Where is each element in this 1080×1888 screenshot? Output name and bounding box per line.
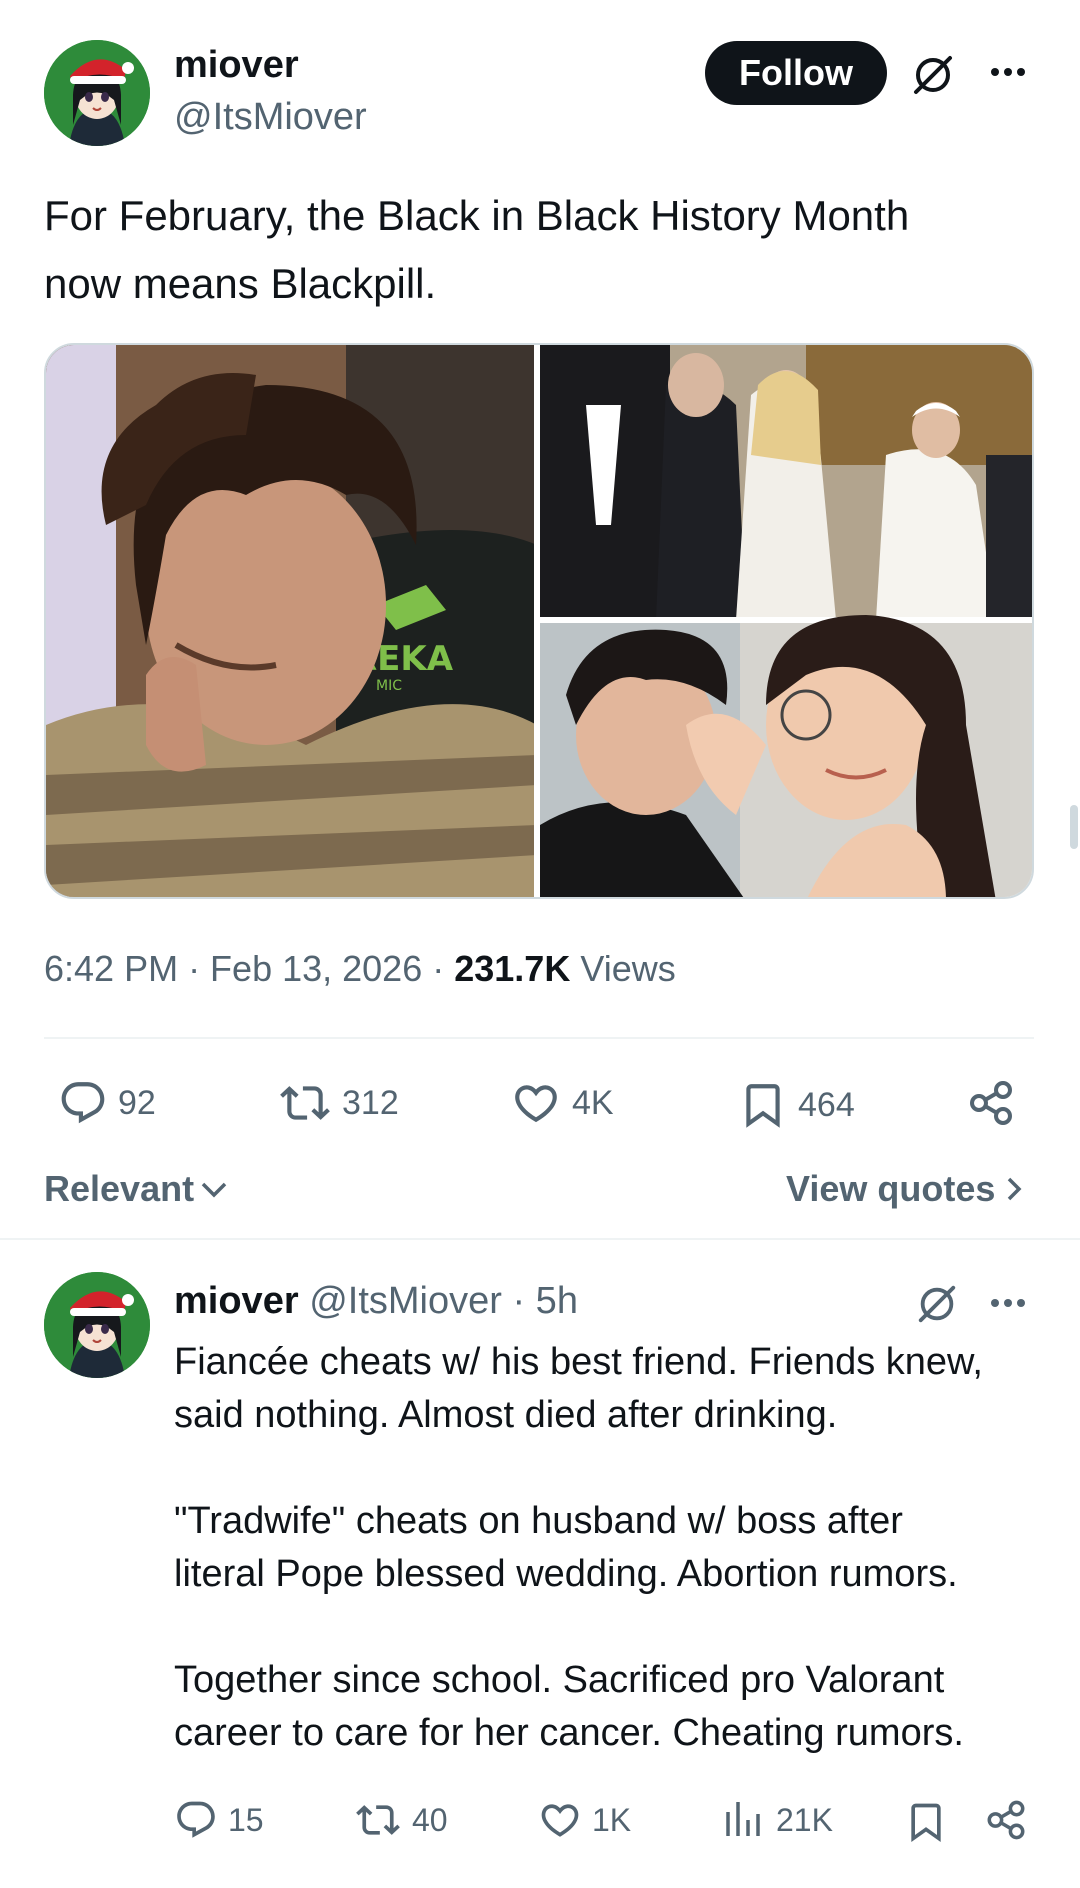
reply-text-line: literal Pope blessed wedding. Abortion r…	[174, 1553, 958, 1595]
media-image-3	[540, 615, 1032, 897]
post-text: For February, the Black in Black History…	[44, 182, 1034, 318]
reply-author-handle[interactable]: @ItsMiover	[309, 1280, 502, 1322]
view-quotes-link[interactable]: View quotes	[786, 1168, 1023, 1210]
chevron-right-icon	[1008, 1177, 1022, 1201]
repost-icon	[280, 1086, 330, 1120]
post-text-line: now means Blackpill.	[44, 260, 437, 307]
more-options-icon[interactable]	[988, 1293, 1028, 1313]
author-name[interactable]: miover	[174, 44, 299, 87]
reply-text-line: "Tradwife" cheats on husband w/ boss aft…	[174, 1500, 903, 1542]
chair-logo-subtext: MIC	[376, 678, 402, 694]
author-avatar[interactable]	[44, 40, 150, 146]
reply-text-line: career to care for her cancer. Cheating …	[174, 1712, 964, 1754]
views-count: 21K	[776, 1801, 833, 1838]
sort-label: Relevant	[44, 1168, 195, 1209]
share-button[interactable]	[984, 1798, 1028, 1842]
share-button[interactable]	[966, 1078, 1016, 1128]
like-count: 4K	[572, 1083, 614, 1122]
chevron-down-icon	[201, 1182, 227, 1198]
sort-dropdown[interactable]: Relevant	[44, 1168, 228, 1210]
share-icon	[987, 1800, 1025, 1840]
reply-button[interactable]: 92	[58, 1078, 156, 1128]
repost-icon	[356, 1805, 400, 1835]
reply-icon	[177, 1801, 215, 1838]
follow-button-label: Follow	[739, 52, 853, 93]
follow-button[interactable]: Follow	[705, 41, 887, 105]
divider	[0, 1238, 1080, 1240]
bookmark-icon	[746, 1084, 780, 1128]
reply-text-line: Together since school. Sacrificed pro Va…	[174, 1659, 945, 1701]
author-handle[interactable]: @ItsMiover	[174, 96, 367, 139]
media-image-1: REKA MIC	[46, 345, 537, 897]
more-options-icon[interactable]	[988, 62, 1028, 82]
bookmark-button[interactable]	[904, 1798, 948, 1846]
repost-button[interactable]: 40	[354, 1798, 448, 1842]
post-meta: 6:42 PM · Feb 13, 2026 · 231.7K Views	[44, 948, 676, 990]
like-button[interactable]: 4K	[510, 1078, 614, 1128]
repost-count: 312	[342, 1083, 399, 1122]
views-button[interactable]: 21K	[722, 1798, 833, 1842]
reply-count: 15	[228, 1801, 264, 1838]
reply-text-line: said nothing. Almost died after drinking…	[174, 1394, 838, 1436]
bookmark-icon	[911, 1803, 941, 1843]
grok-icon[interactable]	[910, 52, 956, 98]
reply-text-line: Fiancée cheats w/ his best friend. Frien…	[174, 1341, 983, 1383]
views-chart-icon	[726, 1802, 760, 1836]
bookmark-count: 464	[798, 1085, 855, 1124]
repost-button[interactable]: 312	[278, 1078, 399, 1128]
views-label: Views	[570, 948, 676, 989]
heart-icon	[541, 1804, 579, 1837]
view-quotes-label: View quotes	[786, 1168, 996, 1209]
reply-icon	[61, 1082, 105, 1124]
post-text-line: For February, the Black in Black History…	[44, 192, 910, 239]
heart-icon	[515, 1085, 557, 1123]
reply-author-name[interactable]: miover	[174, 1280, 299, 1322]
like-count: 1K	[592, 1801, 632, 1838]
scrollbar[interactable]	[1070, 805, 1078, 849]
reply-author-avatar[interactable]	[44, 1272, 150, 1378]
post-timestamp[interactable]: 6:42 PM · Feb 13, 2026 ·	[44, 948, 454, 989]
reply-time[interactable]: · 5h	[512, 1280, 577, 1322]
divider	[44, 1037, 1034, 1039]
reply-button[interactable]: 15	[174, 1798, 264, 1842]
grok-icon[interactable]	[915, 1282, 959, 1326]
reply-text: Fiancée cheats w/ his best friend. Frien…	[174, 1336, 1044, 1760]
share-icon	[970, 1081, 1012, 1125]
reply-header: miover @ItsMiover · 5h	[174, 1280, 578, 1323]
repost-count: 40	[412, 1801, 448, 1838]
reply-count: 92	[118, 1083, 156, 1122]
like-button[interactable]: 1K	[538, 1798, 631, 1842]
media-image-2	[540, 345, 1032, 620]
views-count: 231.7K	[454, 948, 571, 989]
bookmark-button[interactable]: 464	[738, 1078, 855, 1132]
media-grid[interactable]: REKA MIC	[44, 343, 1034, 899]
